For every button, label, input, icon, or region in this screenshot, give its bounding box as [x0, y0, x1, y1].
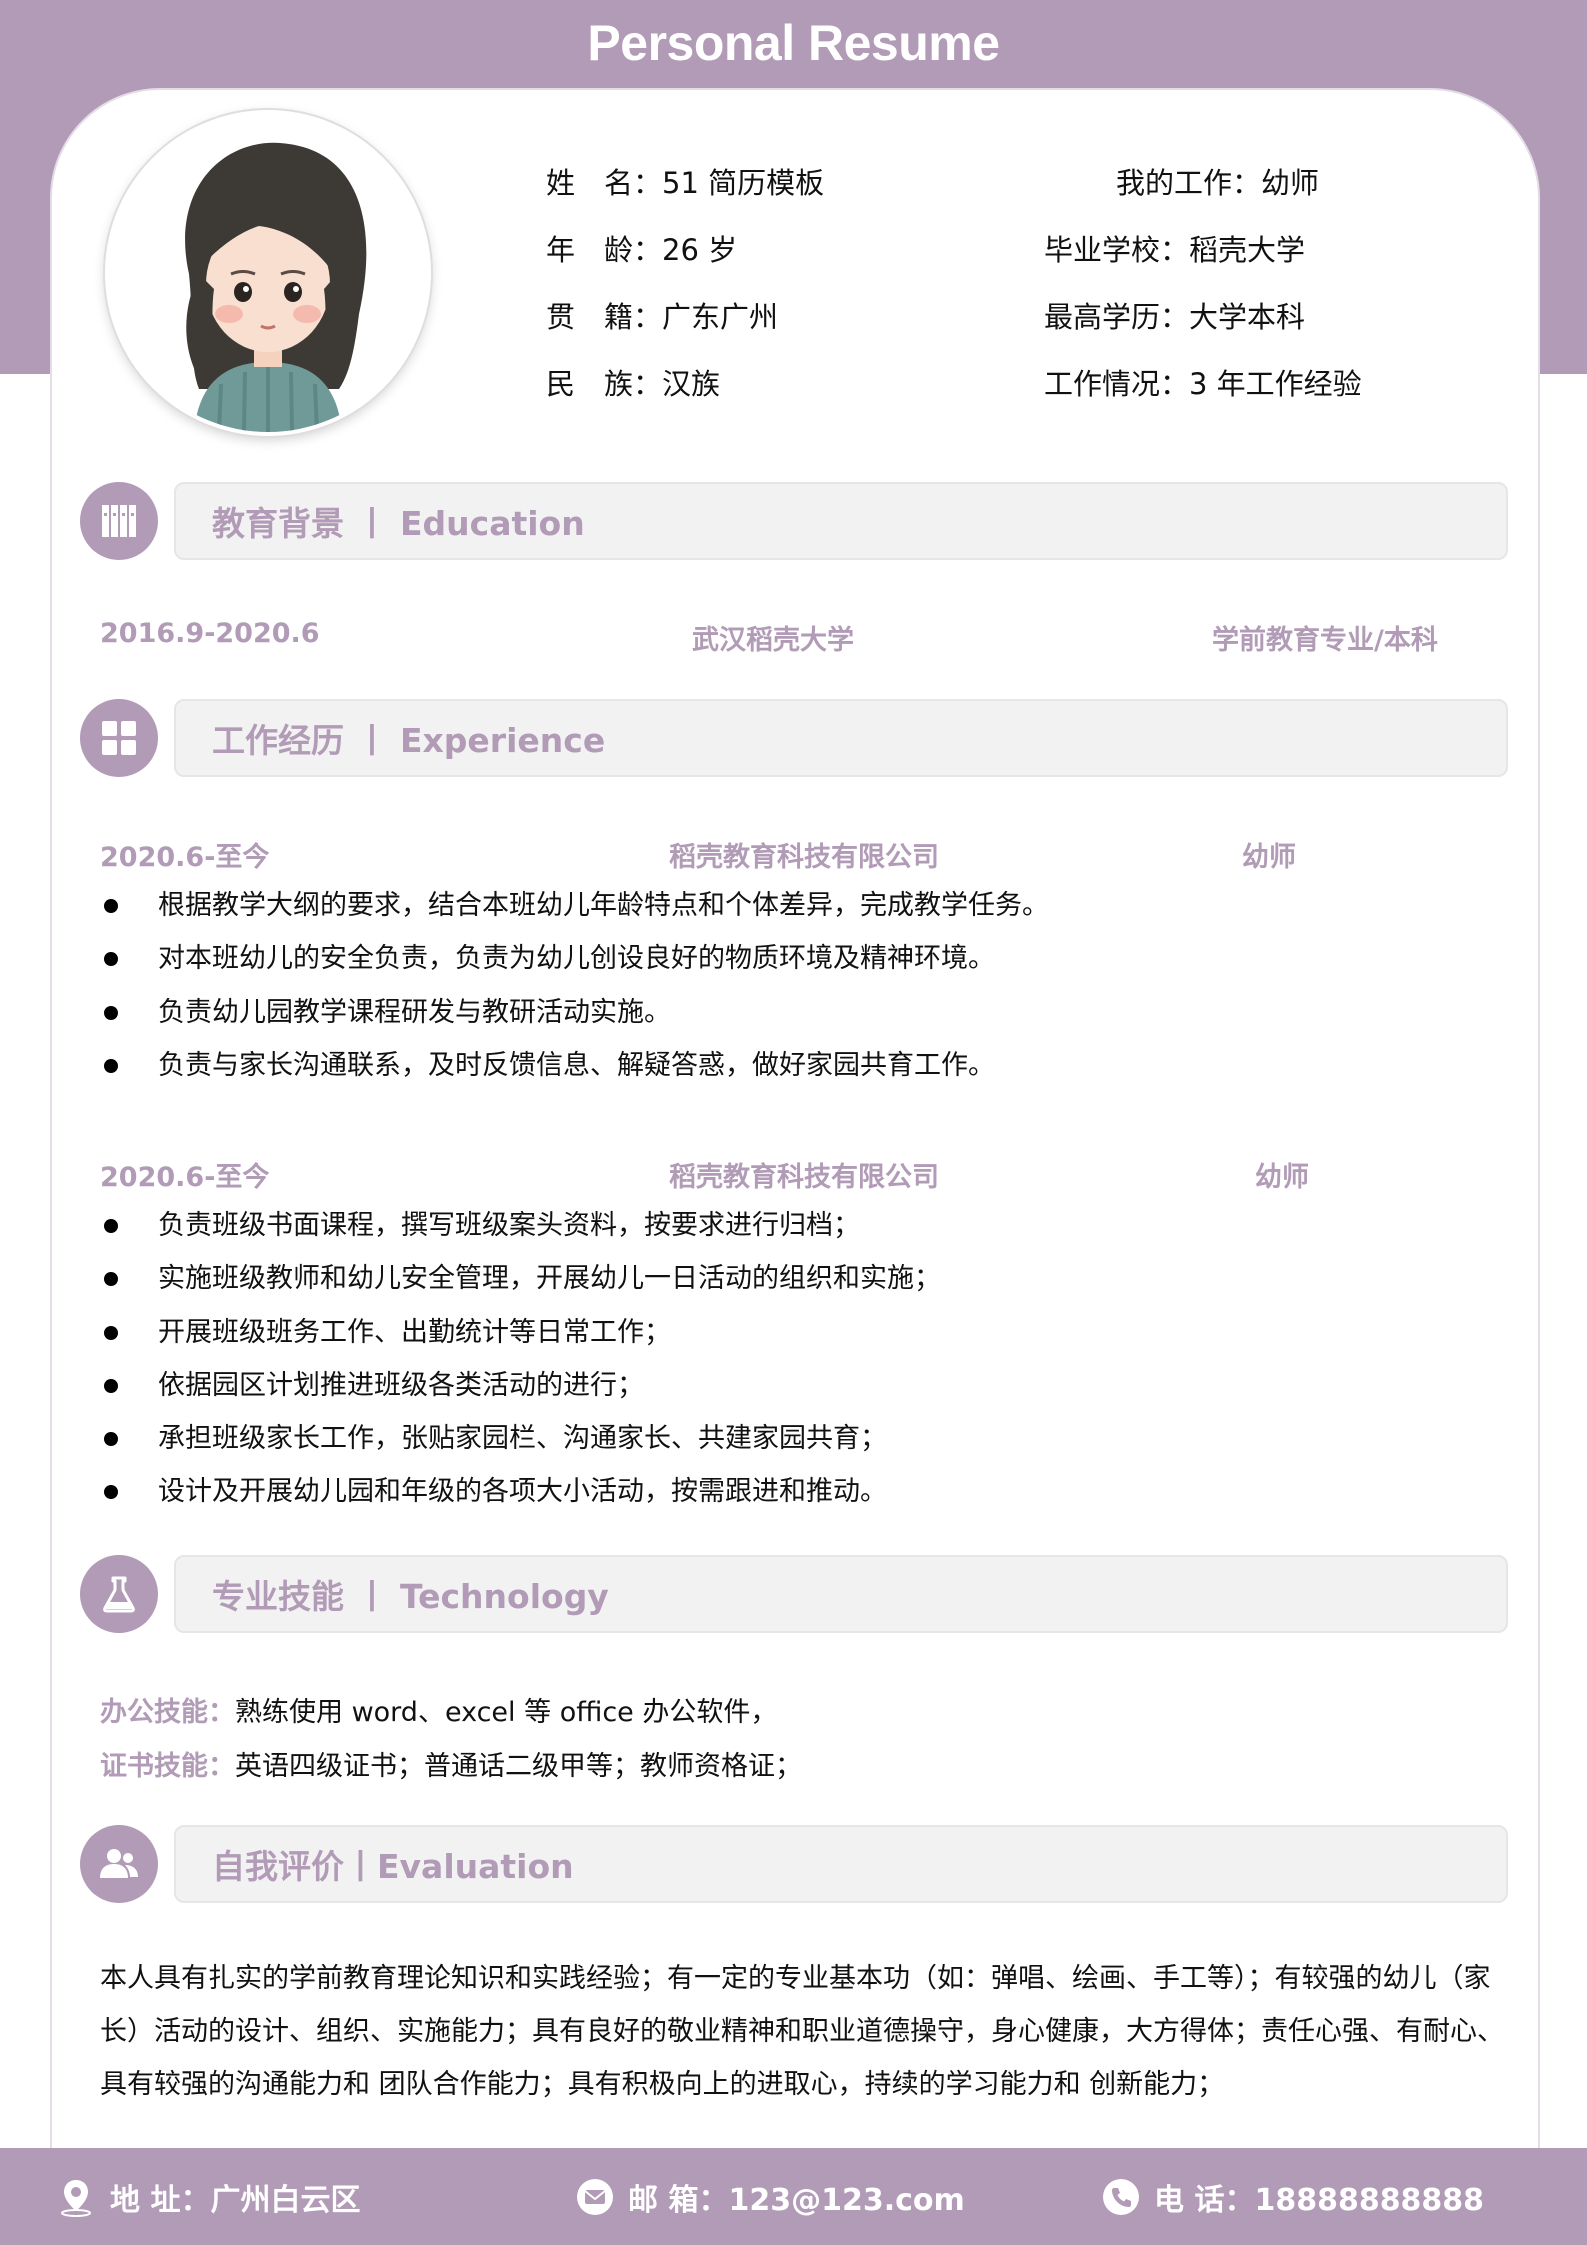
info-ethnicity: 民 族：汉族 — [546, 367, 721, 401]
footer-phone: 电 话：18888888888 — [1102, 2148, 1484, 2245]
exp2-role: 幼师 — [1255, 1162, 1309, 1193]
document-title: Personal Resume — [587, 15, 1000, 71]
section-evaluation-header: 自我评价丨Evaluation — [174, 1825, 1508, 1903]
exp1-duties: 根据教学大纲的要求，结合本班幼儿年龄特点和个体差异，完成教学任务。 对本班幼儿的… — [100, 879, 1049, 1092]
info-work-status: 工作情况：3 年工作经验 — [1044, 367, 1362, 401]
edu-school: 武汉稻壳大学 — [692, 625, 854, 656]
skill-office: 办公技能：熟练使用 word、excel 等 office 办公软件， — [100, 1697, 778, 1728]
evaluation-text: 本人具有扎实的学前教育理论知识和实践经验；有一定的专业基本功（如：弹唱、绘画、手… — [100, 1963, 1504, 2100]
avatar-illustration — [109, 114, 427, 432]
info-name: 姓 名：51 简历模板 — [546, 166, 825, 200]
footer-bar: 地 址：广州白云区 邮 箱：123@123.com 电 话：1888888888… — [0, 2148, 1587, 2245]
list-item: 实施班级教师和幼儿安全管理，开展幼儿一日活动的组织和实施； — [100, 1252, 941, 1305]
info-job: 我的工作：幼师 — [1116, 166, 1320, 200]
info-degree: 最高学历：大学本科 — [1044, 300, 1306, 334]
flask-icon — [80, 1555, 158, 1633]
mail-icon — [577, 2178, 613, 2215]
skill-certificates: 证书技能：英语四级证书；普通话二级甲等；教师资格证； — [100, 1751, 802, 1782]
exp1-period: 2020.6-至今 — [100, 842, 270, 873]
phone-icon — [1103, 2178, 1139, 2215]
footer-address: 地 址：广州白云区 — [56, 2148, 360, 2245]
footer-email: 邮 箱：123@123.com — [576, 2148, 965, 2245]
list-item: 对本班幼儿的安全负责，负责为幼儿创设良好的物质环境及精神环境。 — [100, 932, 1049, 985]
exp2-period: 2020.6-至今 — [100, 1162, 270, 1193]
list-item: 根据教学大纲的要求，结合本班幼儿年龄特点和个体差异，完成教学任务。 — [100, 879, 1049, 932]
list-item: 开展班级班务工作、出勤统计等日常工作； — [100, 1306, 941, 1359]
list-item: 负责与家长沟通联系，及时反馈信息、解疑答惑，做好家园共育工作。 — [100, 1039, 1049, 1092]
exp2-duties: 负责班级书面课程，撰写班级案头资料，按要求进行归档； 实施班级教师和幼儿安全管理… — [100, 1199, 941, 1519]
section-experience-header: 工作经历 丨 Experience — [174, 699, 1508, 777]
section-education-header: 教育背景 丨 Education — [174, 482, 1508, 560]
exp1-role: 幼师 — [1242, 842, 1296, 873]
books-icon — [80, 482, 158, 560]
list-item: 承担班级家长工作，张贴家园栏、沟通家长、共建家园共育； — [100, 1412, 941, 1465]
avatar — [105, 110, 431, 436]
exp2-company: 稻壳教育科技有限公司 — [669, 1162, 939, 1193]
info-age: 年 龄：26 岁 — [546, 233, 738, 267]
list-item: 负责班级书面课程，撰写班级案头资料，按要求进行归档； — [100, 1199, 941, 1252]
people-icon — [80, 1825, 158, 1903]
exp1-company: 稻壳教育科技有限公司 — [669, 842, 939, 873]
list-item: 依据园区计划推进班级各类活动的进行； — [100, 1359, 941, 1412]
location-icon — [61, 2179, 91, 2217]
info-school: 毕业学校：稻壳大学 — [1044, 233, 1306, 267]
list-item: 负责幼儿园教学课程研发与教研活动实施。 — [100, 986, 1049, 1039]
list-item: 设计及开展幼儿园和年级的各项大小活动，按需跟进和推动。 — [100, 1465, 941, 1518]
edu-period: 2016.9-2020.6 — [100, 618, 320, 649]
section-technology-header: 专业技能 丨 Technology — [174, 1555, 1508, 1633]
edu-major: 学前教育专业/本科 — [1212, 625, 1438, 656]
grid-icon — [80, 699, 158, 777]
info-hometown: 贯 籍：广东广州 — [546, 300, 779, 334]
